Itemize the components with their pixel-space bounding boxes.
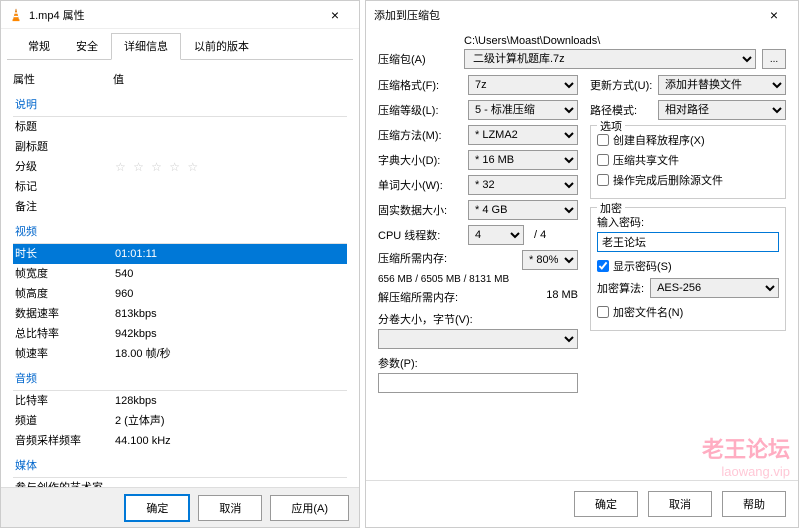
cancel-button[interactable]: 取消 — [198, 495, 262, 521]
table-row[interactable]: 帧速率18.00 帧/秒 — [13, 344, 347, 364]
ok-button[interactable]: 确定 — [124, 494, 190, 522]
password-input[interactable] — [597, 232, 779, 252]
share-checkbox[interactable] — [597, 154, 609, 166]
vlc-title: 1.mp4 属性 — [29, 7, 319, 23]
table-row-selected[interactable]: 时长01:01:11 — [13, 244, 347, 264]
table-row[interactable]: 帧宽度540 — [13, 264, 347, 284]
ok-button[interactable]: 确定 — [574, 491, 638, 517]
tab-details[interactable]: 详细信息 — [111, 33, 181, 60]
update-select[interactable]: 添加并替换文件 — [658, 75, 786, 95]
watermark: 老王论坛 laowang.vip — [702, 432, 790, 479]
split-select[interactable] — [378, 329, 578, 349]
table-row[interactable]: 音频采样频率44.100 kHz — [13, 431, 347, 451]
table-row[interactable]: 标题 — [13, 117, 347, 137]
threads-select[interactable]: 4 — [468, 225, 524, 245]
word-select[interactable]: * 32 — [468, 175, 578, 195]
vlc-titlebar: 1.mp4 属性 × — [1, 1, 359, 29]
table-row[interactable]: 副标题 — [13, 137, 347, 157]
zip-left-column: 压缩格式(F):7z 压缩等级(L):5 - 标准压缩 压缩方法(M):* LZ… — [378, 75, 578, 393]
section-description: 说明 — [13, 92, 347, 117]
mem-pct-select[interactable]: * 80% — [522, 250, 578, 270]
rating-stars: ☆ ☆ ☆ ☆ ☆ — [115, 159, 345, 175]
tab-security[interactable]: 安全 — [63, 33, 111, 59]
table-row[interactable]: 数据速率813kbps — [13, 304, 347, 324]
close-icon[interactable]: × — [758, 7, 790, 23]
zip-button-bar: 确定 取消 帮助 — [366, 480, 798, 527]
zip-add-window: 添加到压缩包 × C:\Users\Moast\Downloads\ 压缩包(A… — [365, 0, 799, 528]
header-property: 属性 — [13, 71, 113, 87]
section-media: 媒体 — [13, 453, 347, 478]
mem-decomp-value: 18 MB — [546, 289, 578, 305]
table-row[interactable]: 比特率128kbps — [13, 391, 347, 411]
zip-titlebar: 添加到压缩包 × — [366, 1, 798, 29]
close-icon[interactable]: × — [319, 7, 351, 23]
apply-button[interactable]: 应用(A) — [270, 495, 349, 521]
vlc-button-bar: 确定 取消 应用(A) — [1, 487, 359, 527]
tab-previous[interactable]: 以前的版本 — [181, 33, 262, 59]
archive-label: 压缩包(A) — [378, 51, 458, 67]
params-label: 参数(P): — [378, 355, 578, 371]
threads-total: / 4 — [534, 229, 546, 241]
table-row[interactable]: 备注 — [13, 197, 347, 217]
browse-button[interactable]: ... — [762, 49, 786, 69]
solid-select[interactable]: * 4 GB — [468, 200, 578, 220]
options-groupbox: 选项 创建自释放程序(X) 压缩共享文件 操作完成后删除源文件 — [590, 125, 786, 199]
table-row[interactable]: 帧高度960 — [13, 284, 347, 304]
zip-body: C:\Users\Moast\Downloads\ 压缩包(A) 二级计算机题库… — [366, 29, 798, 399]
method-select[interactable]: * LZMA2 — [468, 125, 578, 145]
archive-name-input[interactable]: 二级计算机题库.7z — [464, 49, 756, 69]
table-row[interactable]: 总比特率942kbps — [13, 324, 347, 344]
table-row[interactable]: 标记 — [13, 177, 347, 197]
archive-row: 压缩包(A) 二级计算机题库.7z ... — [378, 49, 786, 69]
format-select[interactable]: 7z — [468, 75, 578, 95]
vlc-properties-window: 1.mp4 属性 × 常规 安全 详细信息 以前的版本 属性 值 说明 标题 副… — [0, 0, 360, 528]
zip-right-column: 更新方式(U):添加并替换文件 路径模式:相对路径 选项 创建自释放程序(X) … — [590, 75, 786, 393]
encryption-groupbox: 加密 输入密码: 显示密码(S) 加密算法:AES-256 加密文件名(N) — [590, 207, 786, 331]
vlc-header-row: 属性 值 — [13, 68, 347, 90]
show-password-checkbox[interactable] — [597, 260, 609, 272]
mem-comp-value: 656 MB / 6505 MB / 8131 MB — [378, 274, 578, 285]
help-button[interactable]: 帮助 — [722, 491, 786, 517]
dict-select[interactable]: * 16 MB — [468, 150, 578, 170]
section-audio: 音频 — [13, 366, 347, 391]
table-row[interactable]: 频道2 (立体声) — [13, 411, 347, 431]
enc-names-checkbox[interactable] — [597, 306, 609, 318]
zip-title: 添加到压缩包 — [374, 7, 758, 23]
section-video: 视频 — [13, 219, 347, 244]
cancel-button[interactable]: 取消 — [648, 491, 712, 517]
level-select[interactable]: 5 - 标准压缩 — [468, 100, 578, 120]
password-label: 输入密码: — [597, 214, 779, 230]
header-value: 值 — [113, 71, 347, 87]
vlc-cone-icon — [9, 8, 23, 22]
pathmode-select[interactable]: 相对路径 — [658, 100, 786, 120]
enc-method-select[interactable]: AES-256 — [650, 278, 779, 298]
sfx-checkbox[interactable] — [597, 134, 609, 146]
params-input[interactable] — [378, 373, 578, 393]
vlc-content: 属性 值 说明 标题 副标题 分级☆ ☆ ☆ ☆ ☆ 标记 备注 视频 时长01… — [1, 60, 359, 490]
vlc-tabs: 常规 安全 详细信息 以前的版本 — [7, 29, 353, 60]
delete-checkbox[interactable] — [597, 174, 609, 186]
table-row[interactable]: 分级☆ ☆ ☆ ☆ ☆ — [13, 157, 347, 177]
tab-general[interactable]: 常规 — [15, 33, 63, 59]
split-label: 分卷大小，字节(V): — [378, 311, 578, 327]
archive-path-prefix: C:\Users\Moast\Downloads\ — [378, 35, 786, 47]
